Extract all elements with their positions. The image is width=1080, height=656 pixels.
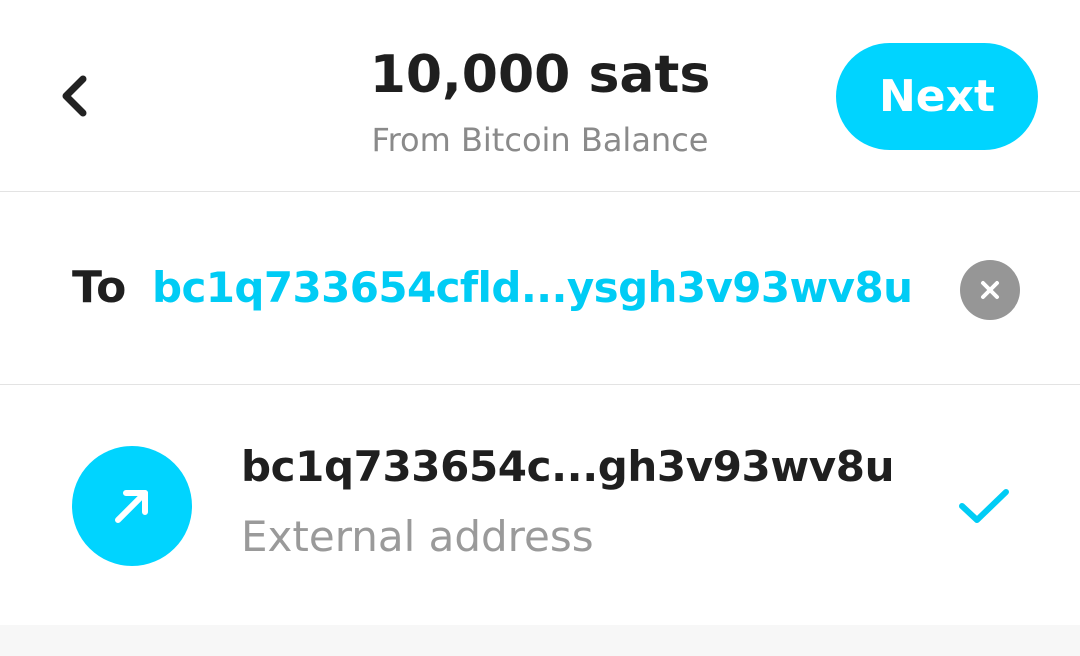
header: 10,000 sats From Bitcoin Balance Next (0, 0, 1080, 192)
next-button[interactable]: Next (836, 43, 1038, 150)
recipient-field[interactable]: To bc1q733654cfld...ysgh3v93wv8u (0, 192, 1080, 385)
external-address-avatar (72, 446, 192, 566)
suggestion-type-label: External address (241, 512, 594, 561)
send-bitcoin-screen: 10,000 sats From Bitcoin Balance Next To… (0, 0, 1080, 656)
address-suggestion-item[interactable]: bc1q733654c...gh3v93wv8u External addres… (0, 385, 1080, 625)
footer-background (0, 625, 1080, 656)
clear-button[interactable] (960, 260, 1020, 320)
suggestion-address: bc1q733654c...gh3v93wv8u (241, 442, 895, 491)
recipient-address-input[interactable]: bc1q733654cfld...ysgh3v93wv8u (152, 256, 913, 320)
check-icon (959, 489, 1009, 523)
close-icon (981, 281, 999, 299)
arrow-up-right-icon (115, 490, 148, 523)
to-label: To (72, 262, 127, 313)
